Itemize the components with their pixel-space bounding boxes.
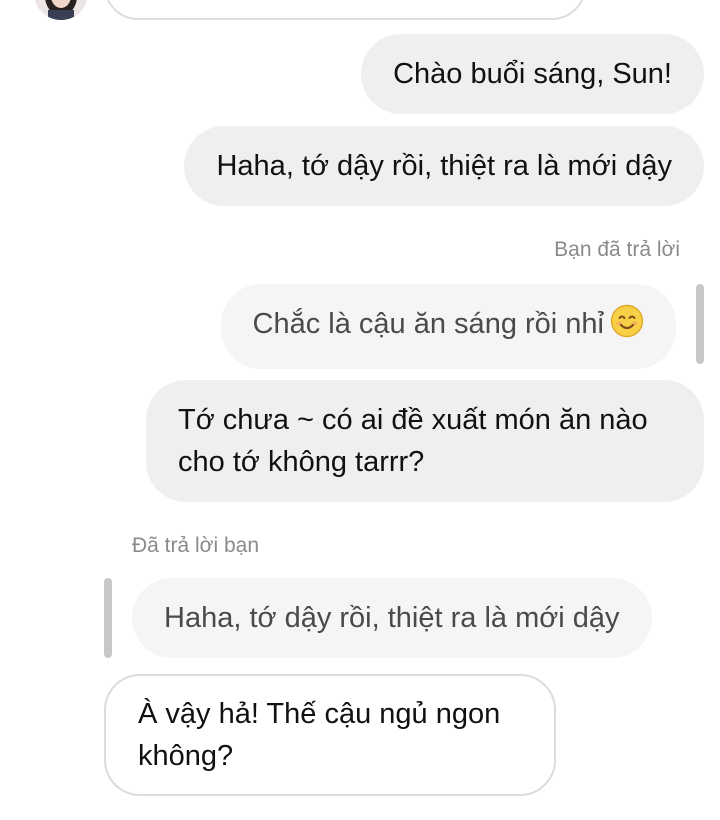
message-text: Chào buổi sáng, Sun! (393, 58, 672, 90)
reply-label-sent: Bạn đã trả lời (554, 238, 680, 261)
message-text: Tớ chưa ~ có ai đề xuất món ăn nào cho t… (178, 404, 648, 478)
quoted-text: Chắc là cậu ăn sáng rồi nhỉ (252, 308, 604, 340)
previous-received-bubble[interactable] (104, 0, 586, 20)
quote-bar-sent (696, 284, 704, 364)
smiling-face-emoji-icon (610, 304, 644, 350)
sent-message-question[interactable]: Tớ chưa ~ có ai đề xuất món ăn nào cho t… (146, 380, 704, 502)
sent-message-haha[interactable]: Haha, tớ dậy rồi, thiệt ra là mới dậy (184, 126, 704, 206)
contact-avatar[interactable] (34, 0, 88, 20)
reply-label-received: Đã trả lời bạn (132, 534, 259, 557)
quoted-message-received[interactable]: Haha, tớ dậy rồi, thiệt ra là mới dậy (132, 578, 652, 658)
message-text: Haha, tớ dậy rồi, thiệt ra là mới dậy (216, 150, 672, 182)
quoted-text: Haha, tớ dậy rồi, thiệt ra là mới dậy (164, 602, 620, 634)
quoted-message-sent[interactable]: Chắc là cậu ăn sáng rồi nhỉ (220, 284, 676, 369)
message-text: À vậy hả! Thế cậu ngủ ngon không? (138, 698, 501, 772)
received-message[interactable]: À vậy hả! Thế cậu ngủ ngon không? (104, 674, 556, 796)
sent-message-greeting[interactable]: Chào buổi sáng, Sun! (361, 34, 704, 114)
quote-bar-received (104, 578, 112, 658)
